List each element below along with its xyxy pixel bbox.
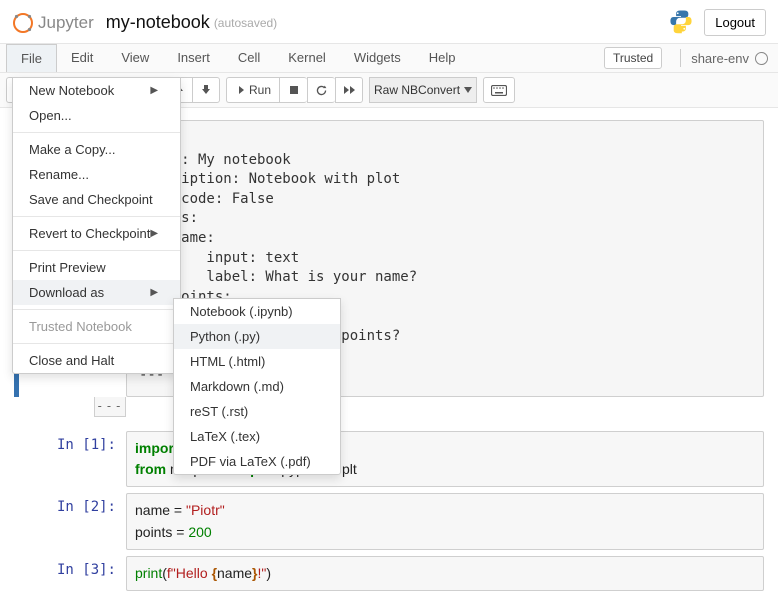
download-markdown[interactable]: Markdown (.md)	[174, 374, 340, 399]
run-icon	[235, 85, 245, 95]
file-menu-make-copy[interactable]: Make a Copy...	[13, 137, 180, 162]
file-menu-open[interactable]: Open...	[13, 103, 180, 128]
arrow-down-icon	[200, 84, 212, 96]
stop-button[interactable]	[279, 77, 307, 103]
file-menu-download-as[interactable]: Download as ▶	[13, 280, 180, 305]
logout-button[interactable]: Logout	[704, 9, 766, 36]
trusted-button[interactable]: Trusted	[604, 47, 662, 69]
kernel-indicator-icon	[755, 52, 768, 65]
code-content[interactable]: name = "Piotr" points = 200	[126, 493, 764, 550]
restart-button[interactable]	[307, 77, 335, 103]
separator	[13, 309, 180, 310]
input-prompt: In [3]:	[14, 556, 126, 578]
chevron-right-icon: ▶	[150, 85, 158, 96]
stop-icon	[289, 85, 299, 95]
download-ipynb[interactable]: Notebook (.ipynb)	[174, 299, 340, 324]
raw-cell-collapse-icon[interactable]: ---	[94, 397, 126, 417]
download-pdf[interactable]: PDF via LaTeX (.pdf)	[174, 449, 340, 474]
file-menu-close-halt[interactable]: Close and Halt	[13, 348, 180, 373]
menu-label: New Notebook	[29, 83, 114, 98]
autosave-status: (autosaved)	[214, 16, 277, 30]
caret-down-icon	[464, 87, 472, 93]
restart-run-button[interactable]	[335, 77, 363, 103]
menu-help[interactable]: Help	[415, 44, 470, 72]
separator	[13, 132, 180, 133]
separator	[13, 343, 180, 344]
code-cell-1[interactable]: In [1]: import matplotlib from matplotli…	[14, 431, 764, 488]
chevron-right-icon: ▶	[150, 228, 158, 239]
separator	[680, 49, 681, 67]
file-menu-trusted-notebook: Trusted Notebook	[13, 314, 180, 339]
menubar: File Edit View Insert Cell Kernel Widget…	[0, 43, 778, 73]
input-prompt: In [1]:	[14, 431, 126, 453]
cell-type-select[interactable]: Raw NBConvert	[369, 77, 477, 103]
menu-view[interactable]: View	[107, 44, 163, 72]
restart-icon	[315, 84, 328, 97]
brand-text: Jupyter	[38, 13, 94, 33]
keyboard-icon	[491, 85, 507, 96]
download-html[interactable]: HTML (.html)	[174, 349, 340, 374]
jupyter-logo[interactable]: Jupyter	[12, 12, 94, 34]
file-menu-save-checkpoint[interactable]: Save and Checkpoint	[13, 187, 180, 212]
file-menu-new-notebook[interactable]: New Notebook ▶	[13, 78, 180, 103]
menu-label: Download as	[29, 285, 104, 300]
file-dropdown: New Notebook ▶ Open... Make a Copy... Re…	[12, 77, 181, 374]
menu-insert[interactable]: Insert	[163, 44, 224, 72]
input-prompt: In [2]:	[14, 493, 126, 515]
python-icon	[668, 8, 694, 37]
menu-edit[interactable]: Edit	[57, 44, 107, 72]
download-as-submenu: Notebook (.ipynb) Python (.py) HTML (.ht…	[173, 298, 341, 475]
separator	[13, 216, 180, 217]
file-menu-print-preview[interactable]: Print Preview	[13, 255, 180, 280]
code-cell-2[interactable]: In [2]: name = "Piotr" points = 200	[14, 493, 764, 550]
code-content[interactable]: print(f"Hello {name}!")	[126, 556, 764, 591]
notebook-header: Jupyter my-notebook (autosaved) Logout	[0, 0, 778, 43]
run-label: Run	[249, 83, 271, 97]
menu-file[interactable]: File	[6, 44, 57, 72]
file-menu-revert-checkpoint[interactable]: Revert to Checkpoint ▶	[13, 221, 180, 246]
menu-widgets[interactable]: Widgets	[340, 44, 415, 72]
menu-kernel[interactable]: Kernel	[274, 44, 340, 72]
cell-type-value: Raw NBConvert	[374, 83, 460, 97]
jupyter-icon	[12, 12, 34, 34]
chevron-right-icon: ▶	[150, 287, 158, 298]
menu-label: Revert to Checkpoint	[29, 226, 150, 241]
file-menu-rename[interactable]: Rename...	[13, 162, 180, 187]
kernel-name: share-env	[691, 51, 749, 66]
separator	[13, 250, 180, 251]
notebook-name[interactable]: my-notebook	[106, 12, 210, 33]
move-down-button[interactable]	[192, 77, 220, 103]
fast-forward-icon	[343, 85, 356, 95]
run-button[interactable]: Run	[226, 77, 279, 103]
command-palette-button[interactable]	[483, 77, 515, 103]
download-python[interactable]: Python (.py)	[174, 324, 340, 349]
download-rst[interactable]: reST (.rst)	[174, 399, 340, 424]
download-latex[interactable]: LaTeX (.tex)	[174, 424, 340, 449]
code-cell-3[interactable]: In [3]: print(f"Hello {name}!")	[14, 556, 764, 591]
menu-cell[interactable]: Cell	[224, 44, 274, 72]
